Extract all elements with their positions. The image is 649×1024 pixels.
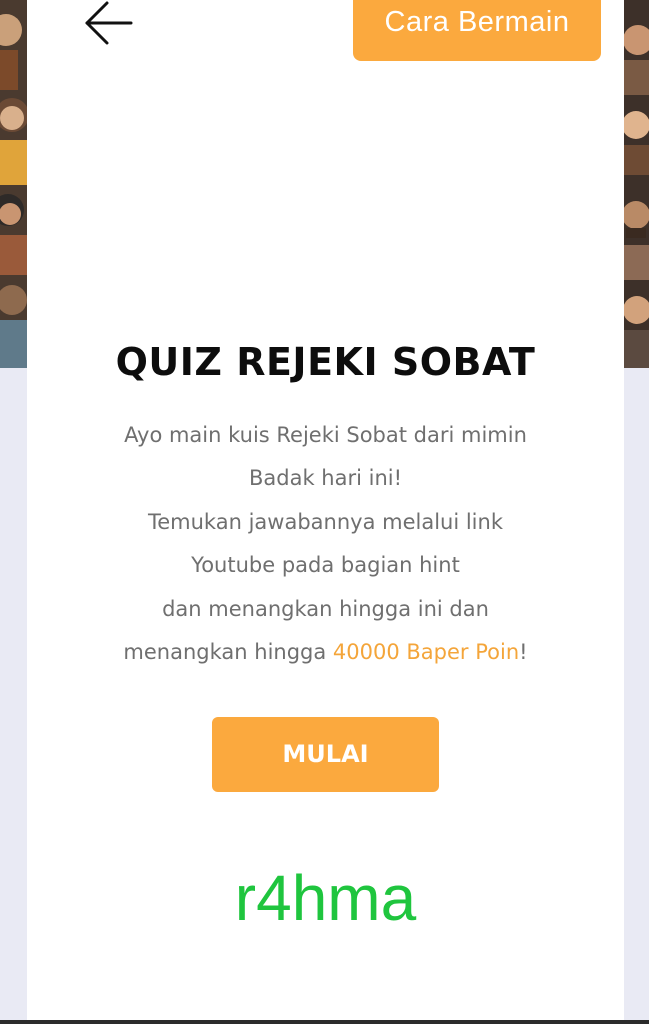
description-line: menangkan hingga 40000 Baper Poin!: [37, 631, 614, 674]
description-line: Badak hari ini!: [248, 466, 403, 491]
bottom-bar: [0, 1020, 649, 1024]
quiz-card: Cara Bermain QUIZ REJEKI SOBAT Ayo main …: [27, 0, 624, 1020]
description-line: Temukan jawabannya melalui link: [147, 509, 503, 534]
how-to-play-button[interactable]: Cara Bermain: [353, 0, 601, 61]
arrow-left-icon: [85, 1, 133, 45]
description-line: Youtube pada bagian hint: [191, 553, 460, 578]
right-people-illustration: [624, 0, 649, 368]
description-line: dan menangkan hingga ini dan: [162, 596, 489, 621]
left-people-illustration: [0, 0, 27, 368]
page-title: QUIZ REJEKI SOBAT: [115, 340, 536, 384]
reward-highlight: 40000 Baper Poin: [332, 640, 520, 665]
quiz-description: Ayo main kuis Rejeki Sobat dari mimin Ba…: [37, 414, 614, 674]
start-button[interactable]: MULAI: [212, 717, 439, 792]
description-line: Ayo main kuis Rejeki Sobat dari mimin: [124, 423, 527, 447]
back-button[interactable]: [83, 0, 135, 46]
description-text: menangkan hingga: [123, 640, 333, 665]
description-text: !: [519, 640, 528, 665]
watermark-text: r4hma: [234, 862, 417, 934]
